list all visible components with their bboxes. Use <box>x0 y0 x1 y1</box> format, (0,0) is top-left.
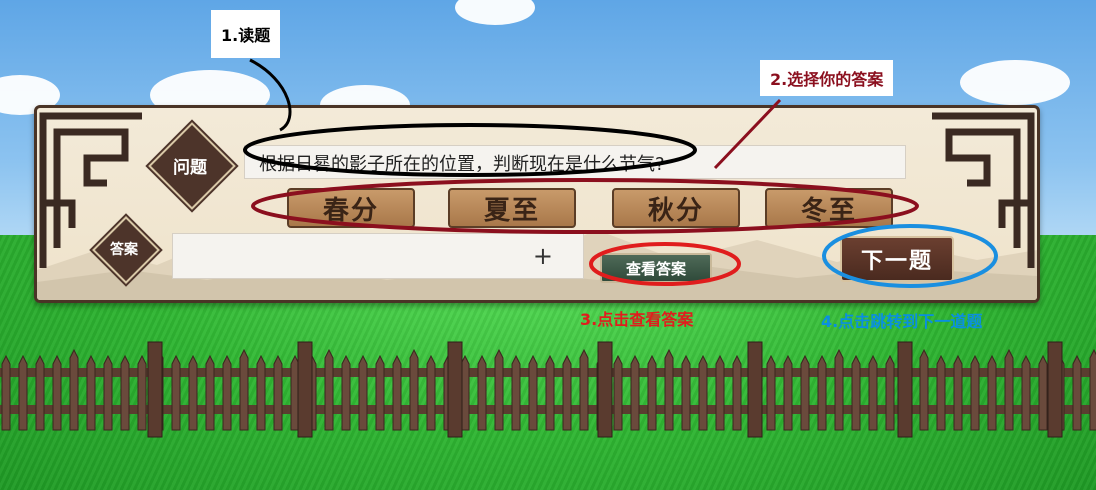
answer-field[interactable]: + <box>172 233 584 279</box>
question-text: 根据日晷的影子所在的位置，判断现在是什么节气? <box>259 154 665 175</box>
step3-annotation: 3.点击查看答案 <box>580 310 694 329</box>
option-autumn-equinox[interactable]: 秋分 <box>612 188 740 228</box>
step4-annotation: 4.点击跳转到下一道题 <box>821 312 983 331</box>
option-spring-equinox[interactable]: 春分 <box>287 188 415 228</box>
next-question-button[interactable]: 下一题 <box>840 236 954 282</box>
view-answer-button[interactable]: 查看答案 <box>600 253 712 283</box>
cloud <box>960 60 1070 105</box>
answer-label: 答案 <box>110 242 138 258</box>
quiz-panel: 问题 根据日晷的影子所在的位置，判断现在是什么节气? 春分 夏至 秋分 冬至 答… <box>34 105 1040 303</box>
step1-annotation: 1.读题 <box>211 10 281 58</box>
question-label: 问题 <box>173 158 207 178</box>
question-text-box: 根据日晷的影子所在的位置，判断现在是什么节气? <box>244 145 906 179</box>
wooden-fence <box>0 341 1096 438</box>
plus-icon: + <box>532 242 553 270</box>
step2-annotation: 2.选择你的答案 <box>760 60 894 96</box>
option-summer-solstice[interactable]: 夏至 <box>448 188 576 228</box>
cloud <box>455 0 535 25</box>
option-winter-solstice[interactable]: 冬至 <box>765 188 893 228</box>
